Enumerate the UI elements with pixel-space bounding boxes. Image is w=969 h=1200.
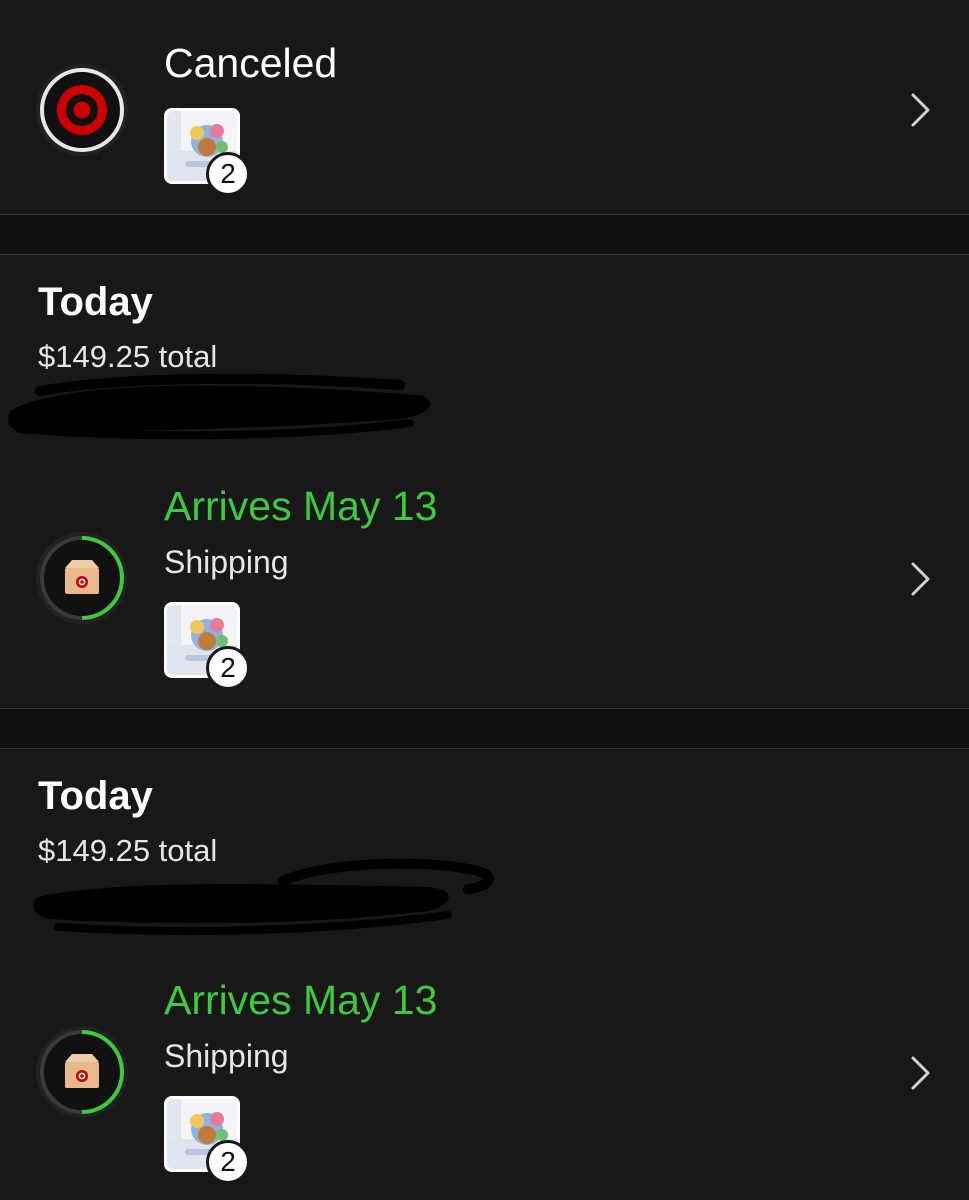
order-total: $149.25 total xyxy=(38,339,218,374)
canceled-order-row[interactable]: Canceled 2 xyxy=(0,0,969,214)
chevron-right-icon[interactable] xyxy=(905,90,935,130)
item-count-badge: 2 xyxy=(206,1140,250,1184)
arrival-date: Arrives May 13 xyxy=(164,483,438,529)
order-date: Today xyxy=(38,280,153,324)
section-divider xyxy=(0,214,969,255)
product-thumbnail: 2 xyxy=(164,602,250,690)
order-card: Today $149.25 total Arrives May 13 Shipp… xyxy=(0,255,969,708)
shipment-status: Shipping xyxy=(164,544,289,580)
shipping-box-icon xyxy=(65,1054,99,1088)
redaction-scribble xyxy=(33,858,494,935)
order-date: Today xyxy=(38,774,153,818)
chevron-right-icon[interactable] xyxy=(905,1053,935,1093)
item-count-badge: 2 xyxy=(206,152,250,196)
shipping-progress-ring xyxy=(36,1026,128,1118)
redaction-scribble xyxy=(8,373,431,440)
chevron-right-icon[interactable] xyxy=(905,559,935,599)
shipping-progress-ring xyxy=(36,532,128,624)
product-thumbnail: 2 xyxy=(164,1096,250,1184)
product-thumbnail: 2 xyxy=(164,108,250,196)
shipping-box-icon xyxy=(65,560,99,594)
arrival-date: Arrives May 13 xyxy=(164,977,438,1023)
section-divider xyxy=(0,708,969,749)
item-count-badge: 2 xyxy=(206,646,250,690)
shipment-status: Shipping xyxy=(164,1038,289,1074)
target-logo-icon xyxy=(36,64,128,156)
order-card: Today $149.25 total Arrives May 13 Shipp… xyxy=(0,749,969,1200)
order-status-title: Canceled xyxy=(164,40,338,86)
